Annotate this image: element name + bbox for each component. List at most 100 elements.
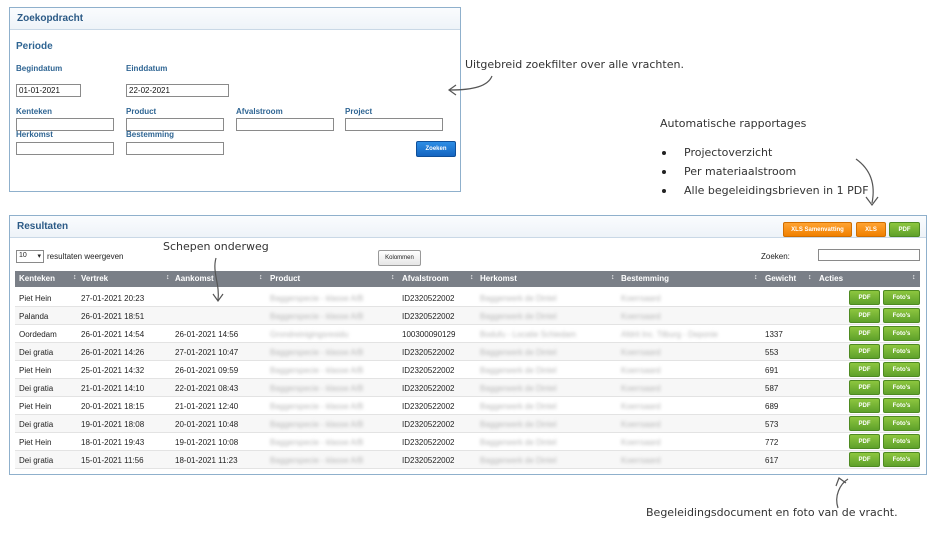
- row-photos-button[interactable]: Foto's: [883, 326, 920, 341]
- table-row: Piet Hein 25-01-2021 14:32 26-01-2021 09:5…: [15, 361, 920, 379]
- xls-button[interactable]: XLS: [856, 222, 886, 237]
- cell-afvalstroom: ID2320522002: [402, 456, 455, 465]
- search-button[interactable]: Zoeken: [416, 141, 456, 157]
- row-photos-button[interactable]: Foto's: [883, 416, 920, 431]
- row-pdf-button[interactable]: PDF: [849, 452, 880, 467]
- cell-gewicht: 772: [765, 438, 779, 447]
- arrow-ships-icon: [212, 257, 224, 303]
- cell-product: Baggerspecie - klasse A/B: [270, 384, 364, 393]
- cell-gewicht: 689: [765, 402, 779, 411]
- row-photos-button[interactable]: Foto's: [883, 362, 920, 377]
- cell-gewicht: 617: [765, 456, 779, 465]
- results-panel: Resultaten XLS Samenvatting XLS PDF 10 ▾…: [9, 215, 927, 475]
- cell-product: Baggerspecie - klasse A/B: [270, 294, 364, 303]
- xls-summary-button[interactable]: XLS Samenvatting: [783, 222, 852, 237]
- docs-annotation: Begeleidingsdocument en foto van de vrac…: [646, 506, 898, 519]
- bestemming-label: Bestemming: [126, 130, 175, 139]
- page-length-label: resultaten weergeven: [47, 252, 124, 261]
- cell-afvalstroom: ID2320522002: [402, 294, 455, 303]
- col-acties: Acties: [819, 274, 844, 283]
- cell-bestemming: Koerrsaard: [621, 348, 661, 357]
- project-input[interactable]: [345, 118, 443, 131]
- row-photos-button[interactable]: Foto's: [883, 380, 920, 395]
- cell-kenteken: Palanda: [19, 312, 49, 321]
- col-product[interactable]: Product: [270, 274, 300, 283]
- cell-afvalstroom: ID2320522002: [402, 348, 455, 357]
- arrow-filter-icon: [447, 75, 493, 96]
- row-pdf-button[interactable]: PDF: [849, 326, 880, 341]
- sort-icon[interactable]: ↕: [808, 274, 812, 281]
- cell-vertrek: 26-01-2021 18:51: [81, 312, 145, 321]
- reports-item: Per materiaalstroom: [660, 165, 869, 184]
- cell-kenteken: Piet Hein: [19, 294, 52, 303]
- sort-icon[interactable]: ↕: [166, 274, 170, 281]
- cell-bestemming: Afdrit Inc. Tilburg - Deponie: [621, 330, 718, 339]
- einddatum-input[interactable]: [126, 84, 229, 97]
- col-herkomst[interactable]: Herkomst: [480, 274, 517, 283]
- herkomst-input[interactable]: [16, 142, 114, 155]
- cell-bestemming: Koerrsaard: [621, 384, 661, 393]
- sort-icon[interactable]: ↕: [73, 274, 77, 281]
- herkomst-label: Herkomst: [16, 130, 53, 139]
- row-pdf-button[interactable]: PDF: [849, 380, 880, 395]
- reports-item: Projectoverzicht: [660, 146, 869, 165]
- row-pdf-button[interactable]: PDF: [849, 434, 880, 449]
- sort-icon[interactable]: ↕: [611, 274, 615, 281]
- col-vertrek[interactable]: Vertrek: [81, 274, 108, 283]
- sort-icon[interactable]: ↕: [912, 274, 916, 281]
- col-bestemming[interactable]: Bestemming: [621, 274, 669, 283]
- row-photos-button[interactable]: Foto's: [883, 434, 920, 449]
- row-photos-button[interactable]: Foto's: [883, 398, 920, 413]
- begindatum-input[interactable]: [16, 84, 81, 97]
- row-photos-button[interactable]: Foto's: [883, 344, 920, 359]
- bestemming-input[interactable]: [126, 142, 224, 155]
- sort-icon[interactable]: ↕: [259, 274, 263, 281]
- cell-herkomst: Baggerwerk de Dintel: [480, 366, 557, 375]
- columns-button[interactable]: Kolommen: [378, 250, 421, 266]
- cell-product: Baggerspecie - klasse A/B: [270, 402, 364, 411]
- row-photos-button[interactable]: Foto's: [883, 452, 920, 467]
- cell-afvalstroom: ID2320522002: [402, 420, 455, 429]
- chevron-down-icon: ▾: [37, 253, 41, 260]
- row-photos-button[interactable]: Foto's: [883, 290, 920, 305]
- col-gewicht[interactable]: Gewicht: [765, 274, 796, 283]
- cell-afvalstroom: ID2320522002: [402, 312, 455, 321]
- cell-bestemming: Koerrsaard: [621, 420, 661, 429]
- cell-herkomst: Baggerwerk de Dintel: [480, 312, 557, 321]
- cell-gewicht: 553: [765, 348, 779, 357]
- table-header: Kenteken ↕ Vertrek ↕ Aankomst ↕ Product …: [15, 271, 920, 287]
- row-pdf-button[interactable]: PDF: [849, 398, 880, 413]
- row-pdf-button[interactable]: PDF: [849, 290, 880, 305]
- pdf-export-button[interactable]: PDF: [889, 222, 920, 237]
- cell-herkomst: Baggerwerk de Dintel: [480, 384, 557, 393]
- cell-kenteken: Piet Hein: [19, 366, 52, 375]
- row-pdf-button[interactable]: PDF: [849, 308, 880, 323]
- table-row: Dei gratia 19-01-2021 18:08 20-01-2021 10:…: [15, 415, 920, 433]
- cell-afvalstroom: ID2320522002: [402, 366, 455, 375]
- cell-aankomst: 19-01-2021 10:08: [175, 438, 239, 447]
- afvalstroom-input[interactable]: [236, 118, 334, 131]
- cell-aankomst: 26-01-2021 14:56: [175, 330, 239, 339]
- cell-bestemming: Koerrsaard: [621, 438, 661, 447]
- sort-icon[interactable]: ↕: [391, 274, 395, 281]
- cell-vertrek: 27-01-2021 20:23: [81, 294, 145, 303]
- afvalstroom-label: Afvalstroom: [236, 107, 283, 116]
- sort-icon[interactable]: ↕: [754, 274, 758, 281]
- row-photos-button[interactable]: Foto's: [883, 308, 920, 323]
- col-kenteken[interactable]: Kenteken: [19, 274, 55, 283]
- cell-herkomst: Baggerwerk de Dintel: [480, 402, 557, 411]
- col-afvalstroom[interactable]: Afvalstroom: [402, 274, 449, 283]
- sort-icon[interactable]: ↕: [470, 274, 474, 281]
- cell-afvalstroom: ID2320522002: [402, 402, 455, 411]
- table-row: Dei gratia 26-01-2021 14:26 27-01-2021 10:…: [15, 343, 920, 361]
- row-pdf-button[interactable]: PDF: [849, 362, 880, 377]
- cell-afvalstroom: ID2320522002: [402, 438, 455, 447]
- cell-bestemming: Koerrsaard: [621, 366, 661, 375]
- table-search-input[interactable]: [818, 249, 920, 261]
- ships-annotation: Schepen onderweg: [163, 240, 269, 253]
- page-length-select[interactable]: 10 ▾: [16, 250, 44, 263]
- row-pdf-button[interactable]: PDF: [849, 416, 880, 431]
- cell-kenteken: Oordedam: [19, 330, 57, 339]
- row-pdf-button[interactable]: PDF: [849, 344, 880, 359]
- cell-vertrek: 26-01-2021 14:26: [81, 348, 145, 357]
